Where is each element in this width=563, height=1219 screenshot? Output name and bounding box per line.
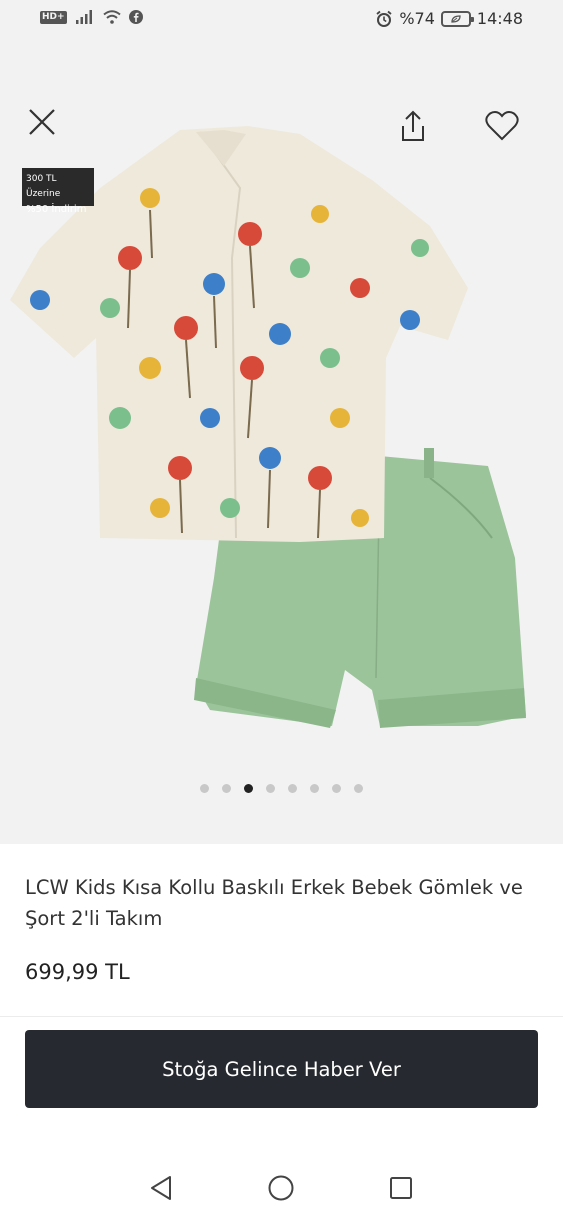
product-price: 699,99 TL (25, 960, 130, 984)
heart-icon (485, 110, 519, 141)
pagination-dot[interactable] (288, 784, 297, 793)
notify-button-label: Stoğa Gelince Haber Ver (162, 1057, 401, 1081)
pagination-dot[interactable] (266, 784, 275, 793)
promo-line-1: 300 TL Üzerine (26, 174, 61, 199)
pagination-dot[interactable] (332, 784, 341, 793)
pagination-dot-active[interactable] (244, 784, 253, 793)
back-button[interactable] (146, 1173, 176, 1203)
product-title: LCW Kids Kısa Kollu Baskılı Erkek Bebek … (25, 876, 523, 930)
status-left: HD+ (40, 10, 143, 24)
home-icon (268, 1175, 294, 1201)
pagination-dot[interactable] (354, 784, 363, 793)
share-button[interactable] (393, 104, 433, 148)
notify-when-in-stock-button[interactable]: Stoğa Gelince Haber Ver (25, 1030, 538, 1108)
recents-icon (390, 1177, 412, 1199)
signal-icon (75, 10, 92, 24)
product-image-gallery[interactable]: 300 TL Üzerine %50 İndirim (0, 38, 563, 844)
home-button[interactable] (266, 1173, 296, 1203)
recents-button[interactable] (386, 1173, 416, 1203)
battery-icon (440, 10, 474, 27)
alarm-icon (376, 10, 392, 27)
promo-badge: 300 TL Üzerine %50 İndirim (22, 168, 94, 215)
favorite-button[interactable] (480, 104, 524, 148)
divider (0, 1016, 563, 1017)
promo-line-2: %50 İndirim (26, 204, 87, 215)
facebook-icon (128, 10, 143, 24)
status-bar: HD+ %74 14:48 (0, 0, 563, 38)
product-image (10, 126, 526, 728)
back-icon (151, 1176, 171, 1200)
wifi-icon (102, 10, 121, 24)
close-icon (29, 109, 55, 135)
gallery-pagination (0, 784, 563, 793)
battery-percent: %74 (399, 9, 435, 28)
close-button[interactable] (22, 102, 62, 142)
share-icon (402, 110, 424, 141)
clock: 14:48 (476, 9, 523, 28)
pagination-dot[interactable] (310, 784, 319, 793)
pagination-dot[interactable] (222, 784, 231, 793)
hd-badge: HD+ (40, 10, 67, 24)
pagination-dot[interactable] (200, 784, 209, 793)
status-right: %74 14:48 (375, 9, 523, 28)
system-navigation-bar (0, 1155, 563, 1219)
